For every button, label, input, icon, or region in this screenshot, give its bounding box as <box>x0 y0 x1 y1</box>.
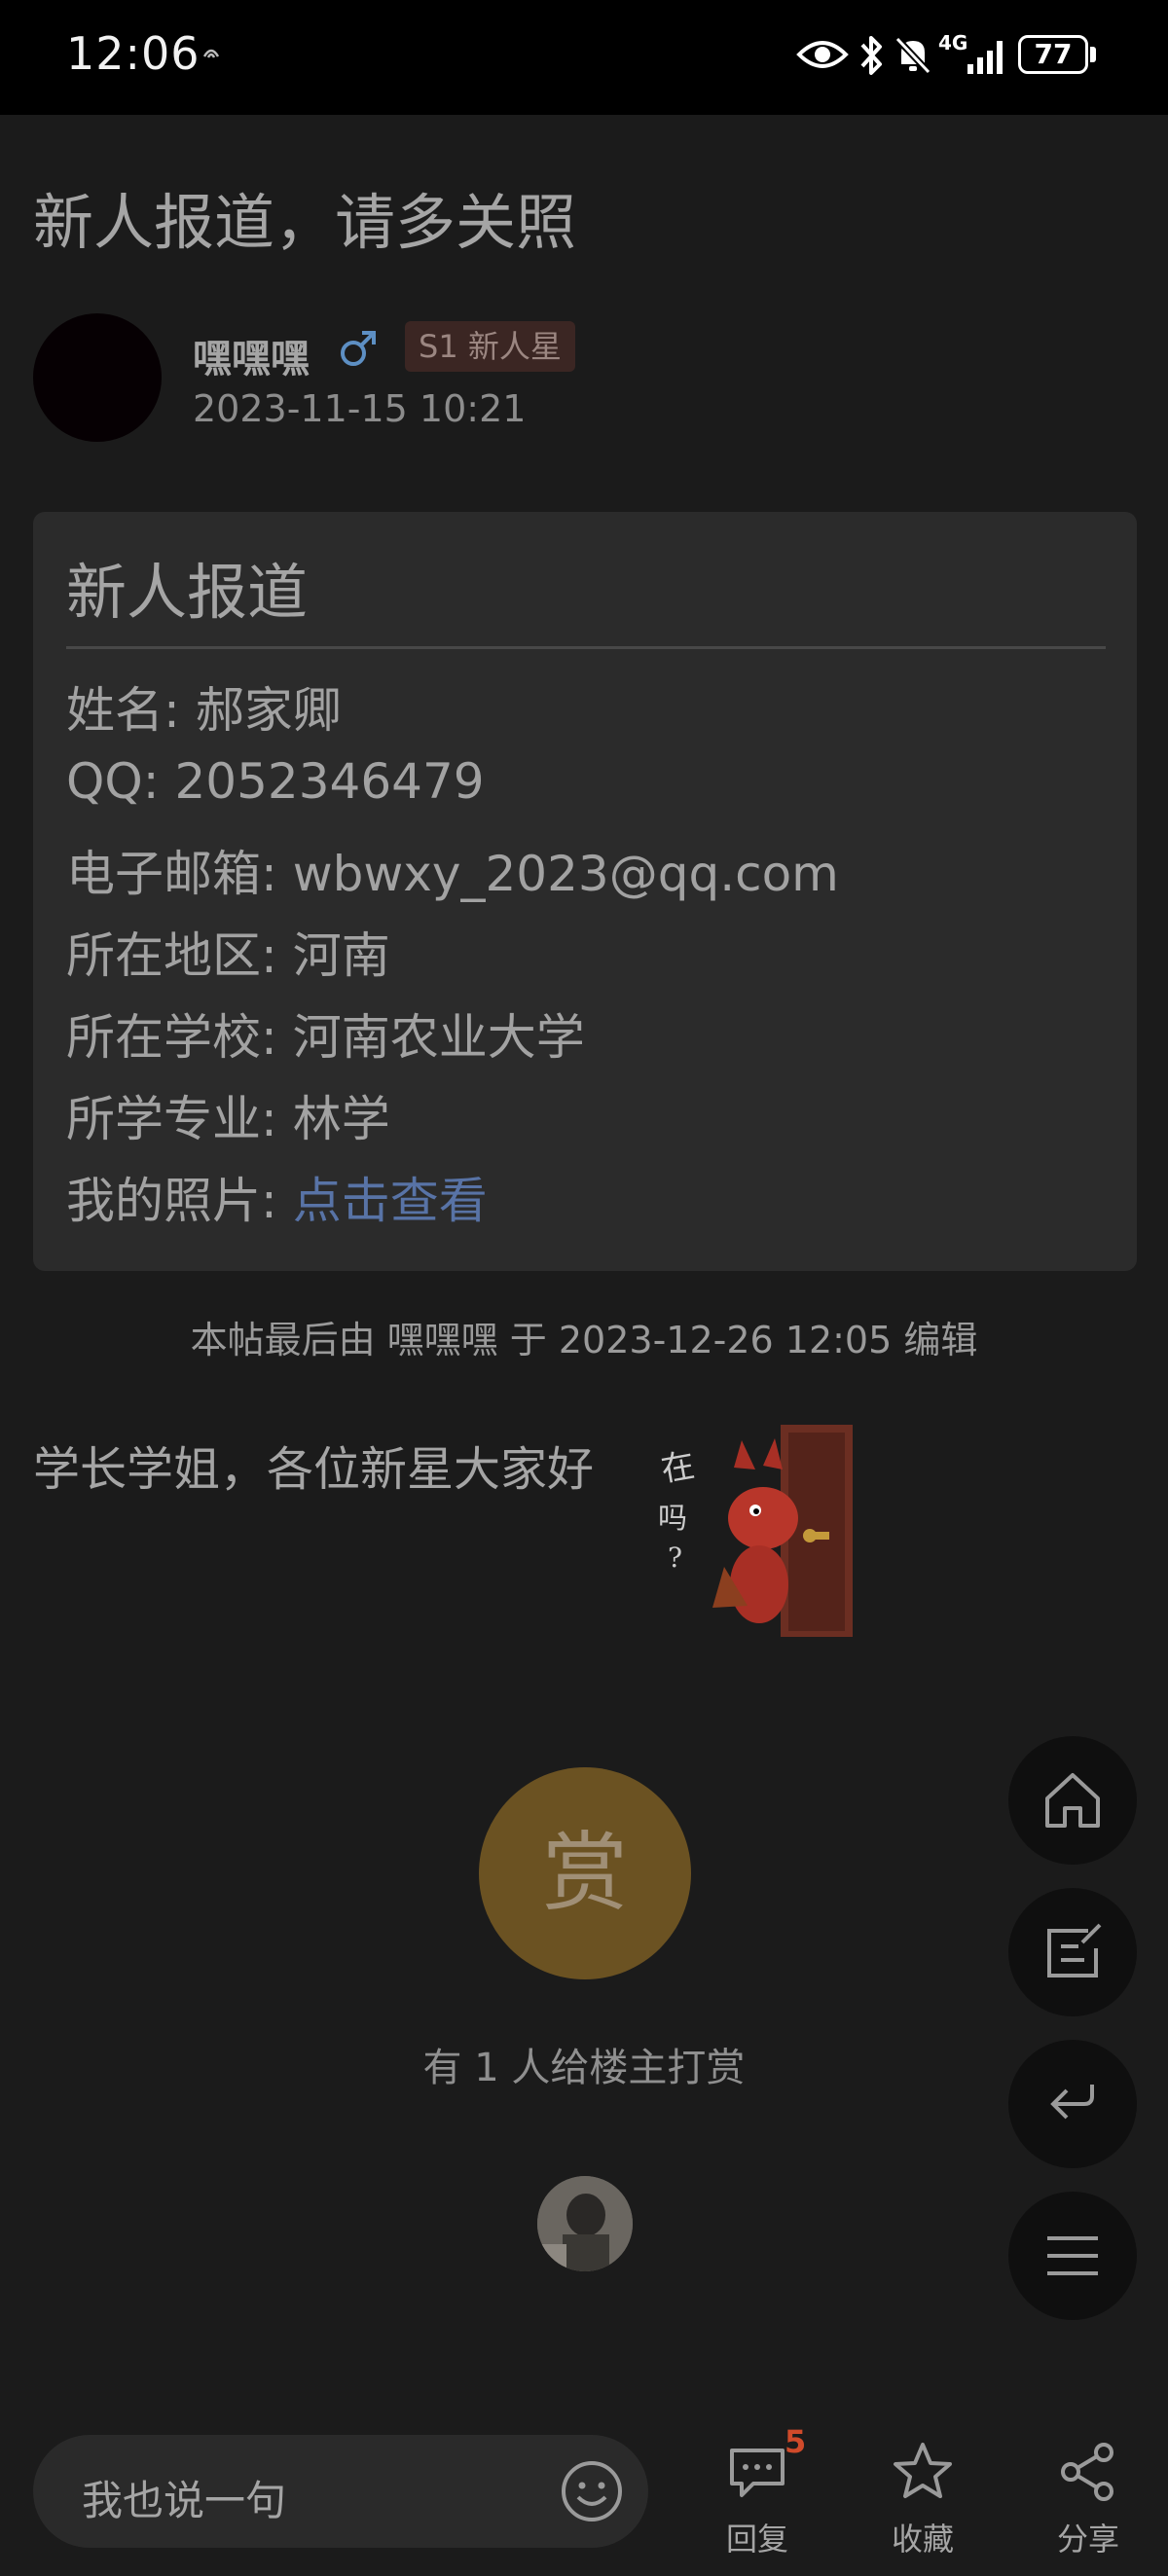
edit-note: 本帖最后由 嘿嘿嘿 于 2023-12-26 12:05 编辑 <box>190 1319 978 1361</box>
sticker-image: 在 吗 ? <box>658 1425 853 1637</box>
row-value: 2052346479 <box>174 753 485 810</box>
level-badge: S1 新人星 <box>405 321 575 372</box>
row-label: 所在地区: <box>66 927 277 984</box>
edit-icon <box>1047 1923 1102 1977</box>
share-icon <box>1061 2443 1113 2501</box>
profile-row-major: 所学专业: 林学 <box>66 1080 390 1150</box>
svg-text:吗: 吗 <box>658 1502 687 1536</box>
row-label: QQ: <box>66 753 160 810</box>
row-label: 所在学校: <box>66 1009 277 1066</box>
reward-button[interactable]: 赏 <box>479 1767 691 1979</box>
card-divider <box>66 646 1106 649</box>
row-value: wbwxy_2023@qq.com <box>292 846 839 902</box>
author-name[interactable]: 嘿嘿嘿 <box>193 327 310 383</box>
notification-icon <box>202 49 220 58</box>
row-label: 我的照片: <box>66 1173 277 1229</box>
card-title: 新人报道 <box>66 557 309 628</box>
row-label: 所学专业: <box>66 1091 277 1147</box>
post-body: 学长学姐，各位新星大家好 <box>33 1442 595 1497</box>
back-icon <box>1050 2085 1094 2120</box>
profile-row-name: 姓名: 郝家卿 <box>66 671 342 742</box>
reply-label: 回复 <box>725 2521 788 2558</box>
menu-icon <box>1047 2236 1098 2275</box>
mute-icon <box>894 36 931 75</box>
profile-row-school: 所在学校: 河南农业大学 <box>66 998 585 1069</box>
star-icon <box>894 2443 952 2498</box>
favorite-label: 收藏 <box>891 2521 954 2558</box>
share-label: 分享 <box>1056 2521 1119 2558</box>
favorite-button[interactable]: 收藏 <box>864 2431 981 2567</box>
home-icon <box>1045 1773 1100 1828</box>
author-avatar[interactable] <box>33 313 162 442</box>
avatar-photo <box>537 2176 633 2271</box>
profile-row-region: 所在地区: 河南 <box>66 917 390 987</box>
row-value: 河南 <box>292 927 390 984</box>
home-button[interactable] <box>1008 1736 1137 1865</box>
svg-text:在: 在 <box>658 1446 697 1490</box>
row-label: 姓名: <box>66 682 180 739</box>
menu-button[interactable] <box>1008 2192 1137 2320</box>
status-time: 12:06 <box>66 27 201 80</box>
signal-icon <box>967 41 1003 74</box>
battery-icon: 77 <box>1018 35 1088 74</box>
comment-icon <box>730 2449 785 2497</box>
profile-row-qq: QQ: 2052346479 <box>66 753 485 810</box>
reply-placeholder[interactable]: 我也说一句 <box>82 2468 286 2527</box>
row-value: 河南农业大学 <box>292 1009 585 1066</box>
eye-icon <box>796 41 849 68</box>
back-button[interactable] <box>1008 2040 1137 2168</box>
svg-text:?: ? <box>668 1542 682 1574</box>
share-button[interactable]: 分享 <box>1030 2431 1147 2567</box>
battery-tip <box>1090 47 1096 62</box>
view-photo-link[interactable]: 点击查看 <box>293 1173 488 1229</box>
post-time: 2023-11-15 10:21 <box>193 387 527 430</box>
bluetooth-icon <box>860 36 882 75</box>
thread-title: 新人报道，请多关照 <box>33 187 577 258</box>
emoji-icon[interactable] <box>559 2458 625 2524</box>
reward-summary: 有 1 人给楼主打赏 <box>422 2046 746 2090</box>
edit-button[interactable] <box>1008 1888 1137 2016</box>
profile-row-email: 电子邮箱: wbwxy_2023@qq.com <box>66 835 839 905</box>
rewarder-avatar[interactable] <box>537 2176 633 2271</box>
network-type: 4G <box>938 31 968 54</box>
row-label: 电子邮箱: <box>66 846 277 902</box>
row-value: 林学 <box>292 1091 390 1147</box>
row-value: 郝家卿 <box>195 682 342 739</box>
reply-count-badge: 5 <box>785 2423 807 2460</box>
profile-row-photo: 我的照片: 点击查看 <box>66 1162 488 1232</box>
male-icon <box>341 331 376 366</box>
